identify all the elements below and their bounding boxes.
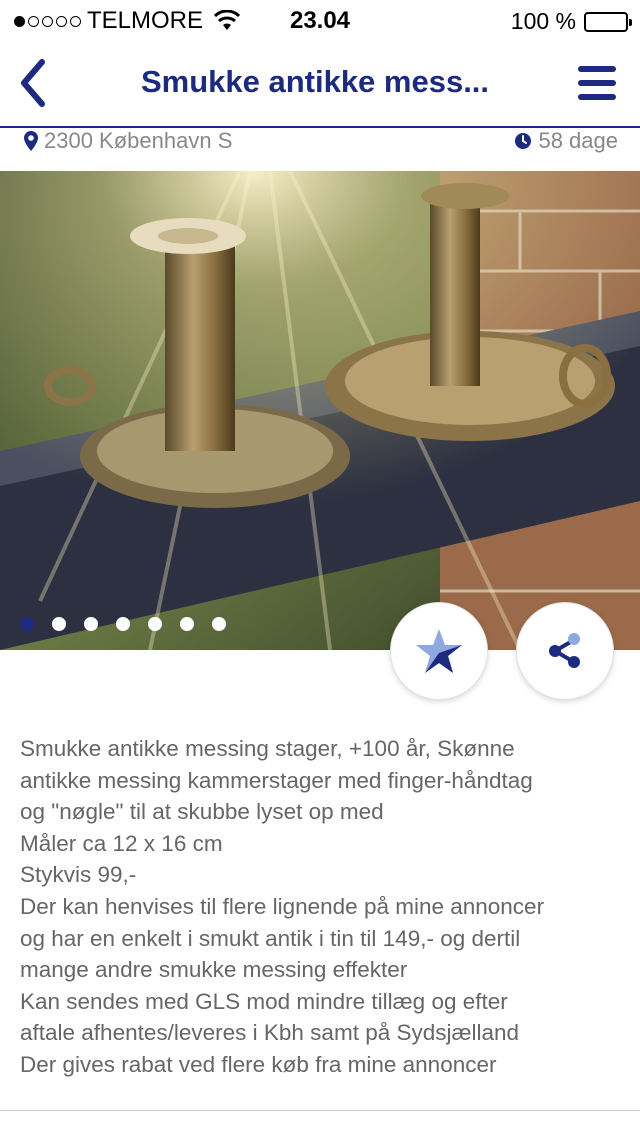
battery-percent: 100 % [510,8,576,34]
battery-icon [584,11,632,32]
pager-dot[interactable] [52,617,66,631]
share-icon [549,633,580,668]
page-title: Smukke antikke mess... [140,64,490,99]
description-line: Måler ca 12 x 16 cm [20,830,223,856]
description-line: mange andre smukke messing effekter [20,957,408,983]
pager-dot[interactable] [148,617,162,631]
listing-meta: 2300 København S 58 dage [0,128,640,170]
listing-age: 58 dage [514,128,618,154]
star-icon [416,629,462,673]
bottom-divider [0,1110,640,1111]
listing-location: 2300 København S [24,128,232,154]
chevron-left-icon [21,59,45,107]
listing-photo[interactable] [0,171,640,650]
back-button[interactable] [14,58,54,108]
age-text: 58 dage [538,128,618,153]
description-line: Kan sendes med GLS mod mindre tillæg og … [20,988,508,1014]
nav-bar: Smukke antikke mess... [0,40,640,126]
favorite-button[interactable] [390,602,488,700]
description-line: aftale afhentes/leveres i Kbh samt på Sy… [20,1020,520,1046]
hamburger-menu-icon [578,66,616,100]
location-text: 2300 København S [44,128,233,153]
status-bar: TELMORE 23.04 100 % [0,0,640,40]
pager-dot[interactable] [116,617,130,631]
description-line: Smukke antikke messing stager, +100 år, … [20,736,515,761]
share-button[interactable] [516,602,614,700]
pager-dot[interactable] [212,617,226,631]
description-line: antikke messing kammerstager med finger-… [20,767,533,793]
description-line: Der gives rabat ved flere køb fra mine a… [20,1051,497,1077]
menu-button[interactable] [578,66,616,100]
pager-dot[interactable] [20,617,34,631]
map-pin-icon [24,131,38,151]
description-line: Der kan henvises til flere lignende på m… [20,893,545,919]
pager-dot[interactable] [180,617,194,631]
listing-description: Smukke antikke messing stager, +100 år, … [20,733,630,1081]
pager-dot[interactable] [84,617,98,631]
candlesticks-image [0,171,640,650]
description-line: og har en enkelt i smukt antik i tin til… [20,925,521,951]
gallery-pager[interactable] [20,617,226,631]
battery-status: 100 % [510,8,632,35]
clock-icon [515,133,532,149]
description-line: og "nøgle" til at skubbe lyset op med [20,799,384,825]
description-line: Stykvis 99,- [20,862,137,888]
